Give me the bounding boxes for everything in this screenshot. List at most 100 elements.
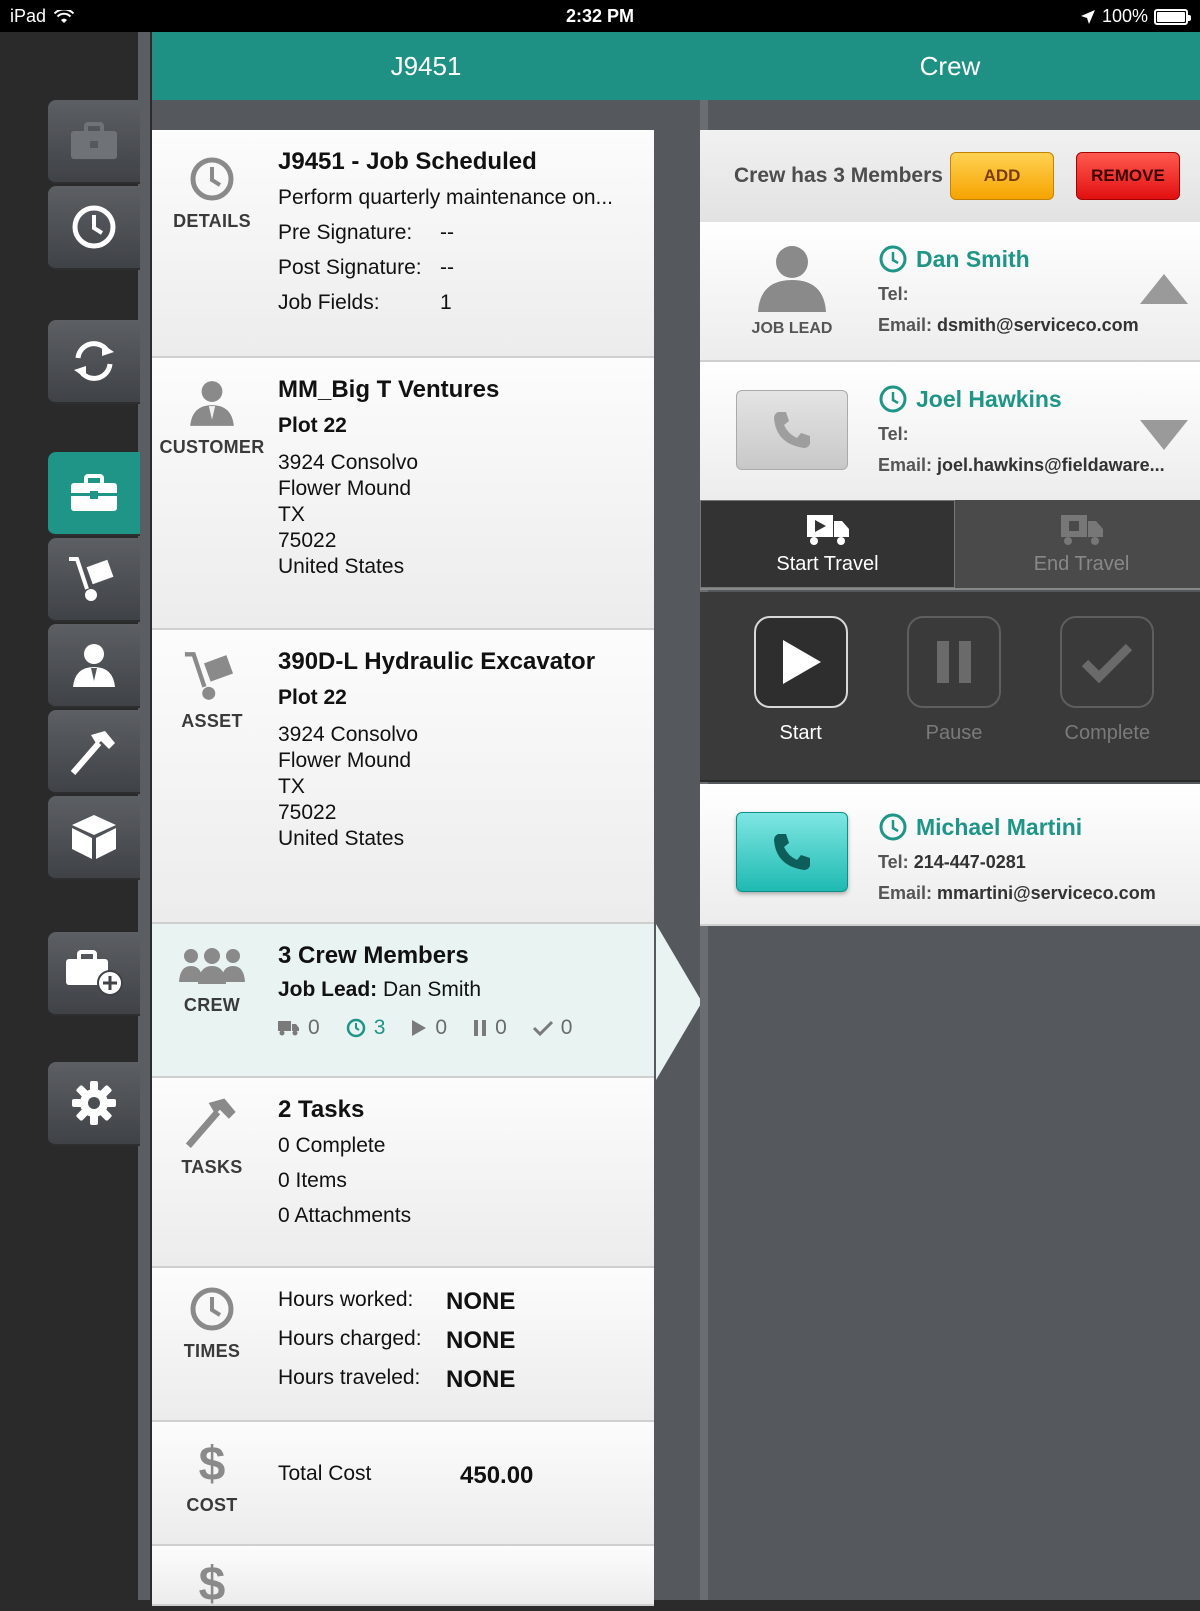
tel-label: Tel:: [878, 424, 909, 444]
location-arrow-icon: [1080, 9, 1095, 24]
sidebar-parts-button[interactable]: [48, 796, 140, 880]
hand-truck-icon: [184, 652, 234, 700]
person-icon: [758, 246, 826, 312]
cost-label: COST: [186, 1495, 238, 1515]
hand-truck-icon: [69, 557, 114, 601]
complete-label: Complete: [1064, 722, 1151, 744]
sidebar-new-job-button[interactable]: [48, 932, 140, 1016]
sidebar-job-details-button[interactable]: [48, 452, 140, 536]
asset-card[interactable]: ASSET 390D-L Hydraulic Excavator Plot 22…: [152, 630, 654, 924]
sidebar-tasks-button[interactable]: [48, 710, 140, 794]
crew-member-row[interactable]: Michael Martini Tel: 214-447-0281 Email:…: [700, 784, 1200, 926]
hammer-icon: [185, 1098, 236, 1148]
crew-panel-title: Crew: [700, 32, 1200, 100]
pause-button[interactable]: Pause: [906, 592, 1001, 780]
battery-percent: 100%: [1101, 6, 1148, 26]
email-label: Email:: [878, 315, 933, 335]
customer-label: CUSTOMER: [159, 437, 265, 457]
hours-worked-value: NONE: [446, 1288, 516, 1315]
email-value: joel.hawkins@fieldaware...: [937, 455, 1165, 475]
customer-name: MM_Big T Ventures: [278, 376, 500, 403]
sidebar-jobs-button[interactable]: [48, 100, 140, 184]
email-value: dsmith@serviceco.com: [937, 315, 1139, 335]
job-lead-role: JOB LEAD: [751, 320, 833, 337]
travel-controls: Start Travel End Travel: [700, 500, 1200, 590]
hours-traveled-label: Hours traveled:: [278, 1366, 421, 1389]
member-name: Michael Martini: [916, 813, 1083, 840]
job-fields-value: 1: [440, 291, 452, 314]
clock: 2:32 PM: [565, 6, 635, 26]
dollar-icon: $: [199, 1558, 226, 1611]
customer-location: Plot 22: [278, 414, 347, 437]
complete-button[interactable]: Complete: [1060, 592, 1155, 780]
avatar: [736, 242, 848, 322]
hours-worked-label: Hours worked:: [278, 1288, 414, 1311]
total-cost-label: Total Cost: [278, 1462, 372, 1485]
work-controls: Start Pause Complete: [700, 592, 1200, 782]
sidebar-customers-button[interactable]: [48, 624, 140, 708]
toolbox-icon: [71, 474, 117, 511]
sync-icon: [74, 341, 114, 381]
clock-icon: [346, 1018, 365, 1038]
member-name: Joel Hawkins: [916, 385, 1062, 412]
add-crew-button[interactable]: ADD: [950, 152, 1054, 200]
start-label: Start: [779, 722, 822, 744]
crew-title: 3 Crew Members: [278, 942, 469, 969]
crew-member-row[interactable]: JOB LEAD Dan Smith Tel: Email: dsmith@se…: [700, 222, 1200, 362]
asset-name: 390D-L Hydraulic Excavator: [278, 648, 596, 675]
sidebar-time-button[interactable]: [48, 186, 140, 270]
call-button[interactable]: [736, 812, 848, 892]
partial-card[interactable]: $: [152, 1546, 654, 1611]
crew-card[interactable]: CREW 3 Crew Members Job Lead: Dan Smith …: [152, 924, 702, 1080]
move-down-icon[interactable]: [1140, 420, 1188, 450]
sidebar-settings-button[interactable]: [48, 1062, 140, 1146]
hours-charged-value: NONE: [446, 1327, 516, 1354]
end-travel-button[interactable]: End Travel: [955, 500, 1200, 588]
scheduled-count: 3: [373, 1016, 386, 1039]
start-button[interactable]: Start: [753, 592, 848, 780]
person-icon: [73, 644, 115, 687]
details-title: J9451 - Job Scheduled: [278, 148, 537, 175]
job-fields-label: Job Fields:: [278, 291, 380, 314]
status-bar: iPad 2:32 PM 100%: [0, 0, 1200, 32]
pause-icon: [936, 641, 971, 683]
tasks-items: 0 Items: [278, 1169, 347, 1192]
truck-play-icon: [806, 514, 849, 545]
tasks-label: TASKS: [181, 1157, 243, 1177]
tasks-card[interactable]: TASKS 2 Tasks 0 Complete 0 Items 0 Attac…: [152, 1078, 654, 1268]
details-card[interactable]: DETAILS J9451 - Job Scheduled Perform qu…: [152, 130, 654, 358]
clock-icon: [879, 385, 907, 413]
customer-address: 3924 Consolvo Flower Mound TX 75022 Unit…: [278, 451, 419, 578]
job-panel: J9451 DETAILS J9451 - Job Scheduled Perf…: [152, 32, 702, 1611]
svg-text:$: $: [199, 1558, 226, 1606]
move-up-icon[interactable]: [1140, 274, 1188, 304]
times-label: TIMES: [183, 1341, 241, 1361]
member-name: Dan Smith: [916, 245, 1030, 272]
crew-count-text: Crew has 3 Members: [734, 164, 943, 187]
call-button[interactable]: [736, 390, 848, 470]
customer-card[interactable]: CUSTOMER MM_Big T Ventures Plot 22 3924 …: [152, 358, 654, 630]
clock-icon: [72, 205, 116, 249]
cost-card[interactable]: $ COST Total Cost 450.00: [152, 1422, 654, 1546]
pre-signature-value: --: [440, 221, 454, 244]
tel-value: 214-447-0281: [913, 852, 1026, 872]
tasks-attachments: 0 Attachments: [278, 1204, 412, 1227]
sidebar-assets-button[interactable]: [48, 538, 140, 622]
start-travel-label: Start Travel: [776, 552, 879, 575]
complete-count: 0: [560, 1016, 573, 1039]
times-card[interactable]: TIMES Hours worked: NONE Hours charged: NO…: [152, 1268, 654, 1422]
hammer-icon: [70, 731, 115, 775]
start-travel-button[interactable]: Start Travel: [700, 500, 955, 588]
person-icon: [190, 381, 234, 426]
tasks-complete: 0 Complete: [278, 1134, 386, 1157]
pause-icon: [474, 1020, 487, 1036]
crew-panel: Crew Crew has 3 Members ADD REMOVE JOB L…: [700, 32, 1200, 1600]
remove-crew-button[interactable]: REMOVE: [1076, 152, 1180, 200]
clock-icon: [190, 157, 234, 201]
sidebar-sync-button[interactable]: [48, 320, 140, 404]
clock-icon: [879, 245, 907, 273]
tasks-title: 2 Tasks: [278, 1096, 365, 1123]
crew-member-row[interactable]: Joel Hawkins Tel: Email: joel.hawkins@fi…: [700, 362, 1200, 502]
play-icon: [782, 640, 821, 684]
crew-icon: [179, 948, 245, 984]
